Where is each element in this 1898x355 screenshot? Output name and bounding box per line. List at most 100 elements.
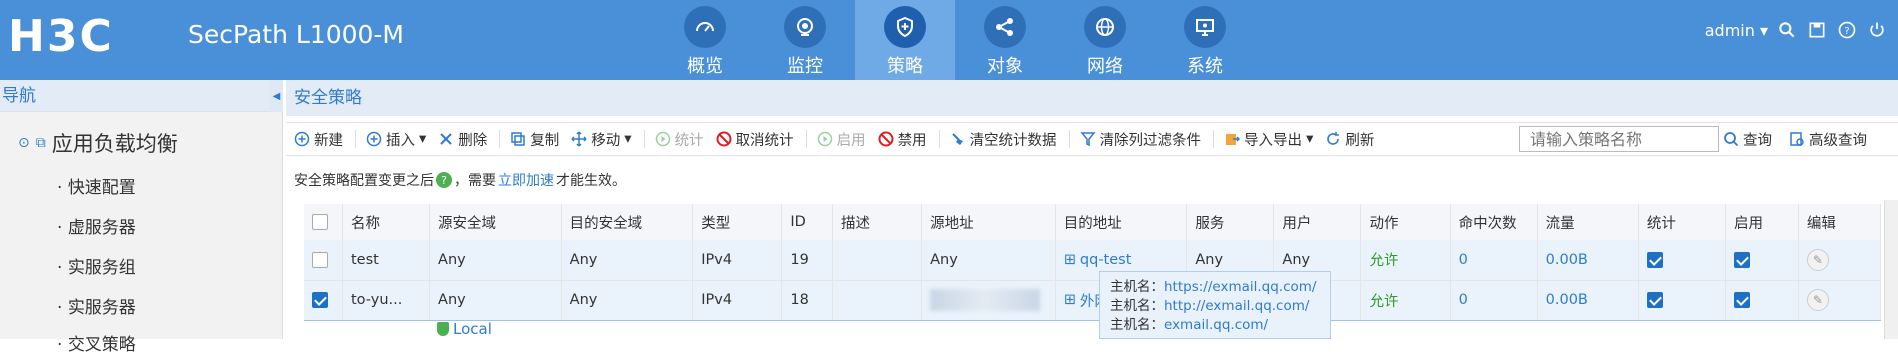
insert-button[interactable]: 插入 ▾ xyxy=(366,129,426,150)
destination-address-link[interactable]: qq-test xyxy=(1080,252,1132,268)
column-header[interactable]: 用户 xyxy=(1273,204,1362,240)
copy-button[interactable]: 复制 xyxy=(510,129,559,150)
nav-system[interactable]: 系统 xyxy=(1155,0,1255,80)
column-header[interactable]: 统计 xyxy=(1638,204,1726,240)
power-icon[interactable] xyxy=(1866,19,1888,41)
query-button[interactable]: 查询 xyxy=(1723,126,1772,152)
move-label: 移动 xyxy=(591,132,621,149)
cancel-stats-button[interactable]: 取消统计 xyxy=(716,129,794,150)
column-header[interactable]: 目的地址 xyxy=(1055,204,1188,240)
tooltip-key: 主机名： xyxy=(1110,279,1164,295)
stats-button[interactable]: 统计 xyxy=(655,129,704,150)
accelerate-now-link[interactable]: 立即加速 xyxy=(498,170,554,190)
column-header[interactable]: 动作 xyxy=(1360,204,1451,240)
move-button[interactable]: 移动 ▾ xyxy=(571,129,632,150)
main-nav: 概览 监控 策略 对象 网络 系统 xyxy=(655,0,1255,80)
help-icon[interactable]: ? xyxy=(1836,19,1858,41)
select-all-checkbox[interactable] xyxy=(304,204,343,240)
stat-checkbox[interactable] xyxy=(1638,240,1726,281)
caret-down-icon: ▾ xyxy=(624,131,632,147)
enable-checkbox[interactable] xyxy=(1725,279,1799,321)
enable-checkbox[interactable] xyxy=(1725,240,1799,281)
traffic-cell[interactable]: 0.00B xyxy=(1537,279,1639,321)
monitor-gear-icon xyxy=(1184,6,1226,48)
disable-button[interactable]: 禁用 xyxy=(878,129,927,150)
column-header[interactable]: 服务 xyxy=(1186,204,1275,240)
vertical-scrollbar[interactable] xyxy=(1884,200,1898,339)
nav-policy[interactable]: 策略 xyxy=(855,0,955,80)
column-header[interactable]: 源地址 xyxy=(921,204,1056,240)
sidebar-item-real-service-group[interactable]: · 实服务组 xyxy=(57,253,136,278)
policy-search-input[interactable] xyxy=(1519,126,1719,152)
sidebar-item-real-server[interactable]: · 实服务器 xyxy=(57,293,136,318)
plus-circle-icon xyxy=(366,131,382,147)
user-menu[interactable]: admin ▾ xyxy=(1705,21,1768,40)
tooltip-key: 主机名： xyxy=(1110,317,1164,333)
play-icon xyxy=(655,131,670,147)
import-export-button[interactable]: 导入导出 ▾ xyxy=(1224,129,1313,150)
nav-network-label: 网络 xyxy=(1087,56,1123,77)
stat-checkbox[interactable] xyxy=(1638,279,1726,321)
row-checkbox[interactable] xyxy=(304,279,343,321)
help-circle-icon[interactable]: ? xyxy=(436,172,452,188)
column-header[interactable]: 名称 xyxy=(342,204,431,240)
sidebar-collapse-icon[interactable]: ◀ xyxy=(270,80,283,112)
page-title: 安全策略 xyxy=(286,80,1898,116)
cancel-stats-label: 取消统计 xyxy=(735,132,794,149)
nav-monitor[interactable]: 监控 xyxy=(755,0,855,80)
column-header[interactable]: 命中次数 xyxy=(1450,204,1538,240)
hit-count[interactable]: 0 xyxy=(1450,240,1538,281)
search-icon xyxy=(1724,132,1739,147)
column-header[interactable]: 类型 xyxy=(692,204,783,240)
tooltip-value: http://exmail.qq.com/ xyxy=(1164,298,1310,314)
description-cell xyxy=(832,240,923,281)
search-icon[interactable] xyxy=(1776,19,1798,41)
copy-icon xyxy=(511,132,526,146)
sidebar-item-label: 实服务器 xyxy=(67,298,136,318)
sidebar-item-cross-policy[interactable]: · 交叉策略 xyxy=(57,330,136,355)
address-group-icon: ⊞ xyxy=(1063,292,1076,308)
column-header[interactable]: 目的安全域 xyxy=(561,204,694,240)
ban-icon xyxy=(878,131,894,147)
column-header[interactable]: 启用 xyxy=(1725,204,1799,240)
refresh-button[interactable]: 刷新 xyxy=(1325,129,1374,150)
refresh-icon xyxy=(1327,132,1340,145)
divider xyxy=(1213,130,1215,148)
nav-network[interactable]: 网络 xyxy=(1055,0,1155,80)
sidebar-item-quick-config[interactable]: · 快速配置 xyxy=(57,173,136,198)
table-header-row: 名称 源安全域 目的安全域 类型 ID 描述 源地址 目的地址 服务 用户 动作… xyxy=(304,204,1882,240)
column-header[interactable]: 编辑 xyxy=(1798,204,1882,240)
table-row[interactable]: test Any Any IPv4 19 Any ⊞ qq-test Any An… xyxy=(304,240,1882,281)
new-button[interactable]: 新建 xyxy=(294,129,343,150)
delete-button[interactable]: 删除 xyxy=(438,129,487,150)
nav-overview[interactable]: 概览 xyxy=(655,0,755,80)
local-zone: Local xyxy=(437,320,492,338)
row-checkbox[interactable] xyxy=(304,240,343,281)
column-header[interactable]: 描述 xyxy=(832,204,923,240)
column-header[interactable]: 流量 xyxy=(1537,204,1639,240)
column-header[interactable]: ID xyxy=(781,204,833,240)
traffic-cell[interactable]: 0.00B xyxy=(1537,240,1639,281)
clear-stats-button[interactable]: 清空统计数据 xyxy=(950,129,1057,150)
insert-label: 插入 xyxy=(386,132,415,149)
redacted-text xyxy=(930,289,1041,311)
sidebar-item-virtual-server[interactable]: · 虚服务器 xyxy=(57,213,136,238)
divider xyxy=(643,130,645,148)
clear-filter-button[interactable]: 清除列过滤条件 xyxy=(1079,129,1201,150)
source-zone: Any xyxy=(429,279,562,321)
edit-icon[interactable]: ✎ xyxy=(1806,248,1829,271)
svg-text:?: ? xyxy=(1844,26,1849,37)
source-address-redacted xyxy=(921,279,1056,321)
edit-icon[interactable]: ✎ xyxy=(1806,289,1829,311)
save-icon[interactable] xyxy=(1806,19,1828,41)
column-header[interactable]: 源安全域 xyxy=(429,204,562,240)
table-row[interactable]: to-yu... Any Any IPv4 18 ⊞外网纟 允许 0 0.00B… xyxy=(304,279,1882,321)
hit-count[interactable]: 0 xyxy=(1450,279,1538,321)
description-cell xyxy=(832,279,923,321)
advanced-query-label: 高级查询 xyxy=(1809,132,1867,149)
id-cell: 19 xyxy=(781,240,833,281)
advanced-query-button[interactable]: 高级查询 xyxy=(1789,126,1867,152)
sidebar-group[interactable]: ⊙ ⧉ 应用负载均衡 xyxy=(18,128,178,158)
enable-button[interactable]: 启用 xyxy=(817,129,866,150)
nav-object[interactable]: 对象 xyxy=(955,0,1055,80)
